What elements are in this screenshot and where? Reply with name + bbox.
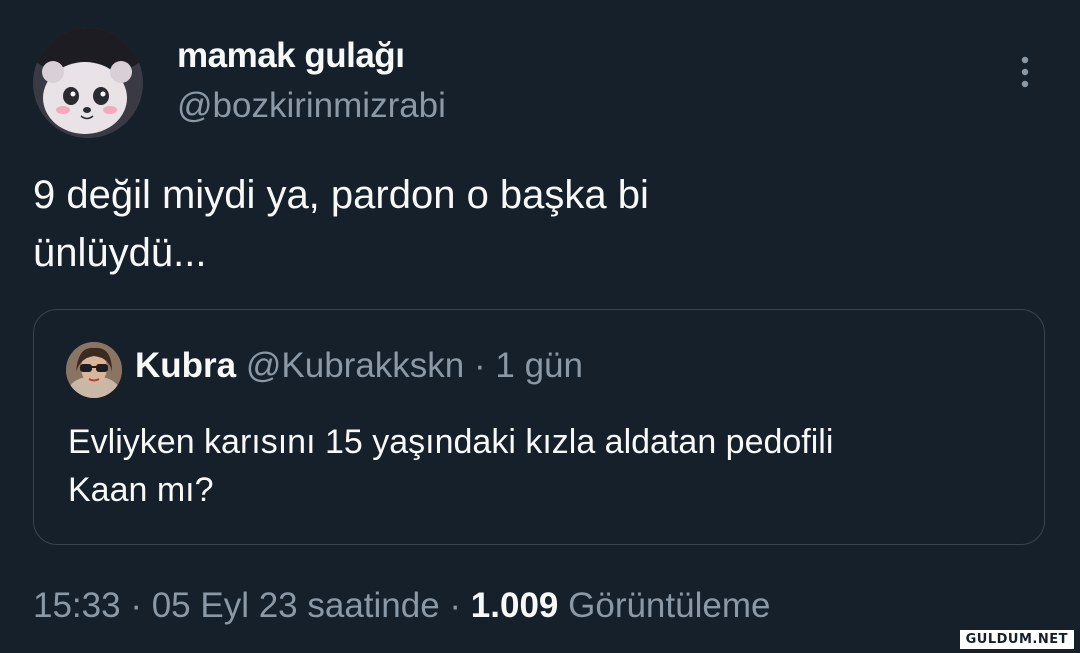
quoted-text-line: Kaan mı? (68, 471, 214, 509)
site-watermark: GULDUM.NET (959, 630, 1074, 649)
tweet-text: 9 değil miydi ya, pardon o başka bi ünlü… (33, 166, 933, 282)
author-avatar[interactable] (33, 28, 143, 138)
separator-dot: · (464, 346, 496, 385)
three-dots-vertical-icon (1021, 56, 1029, 88)
views-label[interactable]: Görüntüleme (568, 586, 770, 625)
quoted-author-name[interactable]: Kubra (135, 346, 236, 385)
quoted-author-avatar[interactable] (66, 342, 122, 398)
quoted-tweet-time[interactable]: 1 gün (495, 346, 583, 385)
separator-dot: · (120, 586, 152, 625)
tweet-text-line: ünlüydü... (33, 231, 207, 275)
views-count[interactable]: 1.009 (471, 586, 559, 625)
quoted-tweet-text: Evliyken karısını 15 yaşındaki kızla ald… (68, 418, 1028, 514)
quoted-text-line: Evliyken karısını 15 yaşındaki kızla ald… (68, 423, 834, 461)
tweet-card: mamak gulağı @bozkirinmizrabi 9 değil mi… (0, 0, 1080, 653)
quoted-tweet[interactable]: Kubra @Kubrakkskn · 1 gün Evliyken karıs… (33, 309, 1045, 545)
tweet-date[interactable]: 05 Eyl 23 saatinde (152, 586, 440, 625)
tweet-meta-footer: 15:33 · 05 Eyl 23 saatinde · 1.009 Görün… (33, 586, 770, 626)
tweet-text-line: 9 değil miydi ya, pardon o başka bi (33, 173, 649, 217)
author-name[interactable]: mamak gulağı (177, 36, 405, 76)
person-avatar-image (66, 342, 122, 398)
panda-avatar-image (33, 28, 143, 138)
separator-dot: · (439, 586, 471, 625)
author-handle[interactable]: @bozkirinmizrabi (177, 86, 446, 126)
more-options-button[interactable] (1005, 52, 1045, 92)
quoted-tweet-header: Kubra @Kubrakkskn · 1 gün (135, 346, 583, 386)
quoted-author-handle[interactable]: @Kubrakkskn (246, 346, 464, 385)
tweet-time[interactable]: 15:33 (33, 586, 121, 625)
